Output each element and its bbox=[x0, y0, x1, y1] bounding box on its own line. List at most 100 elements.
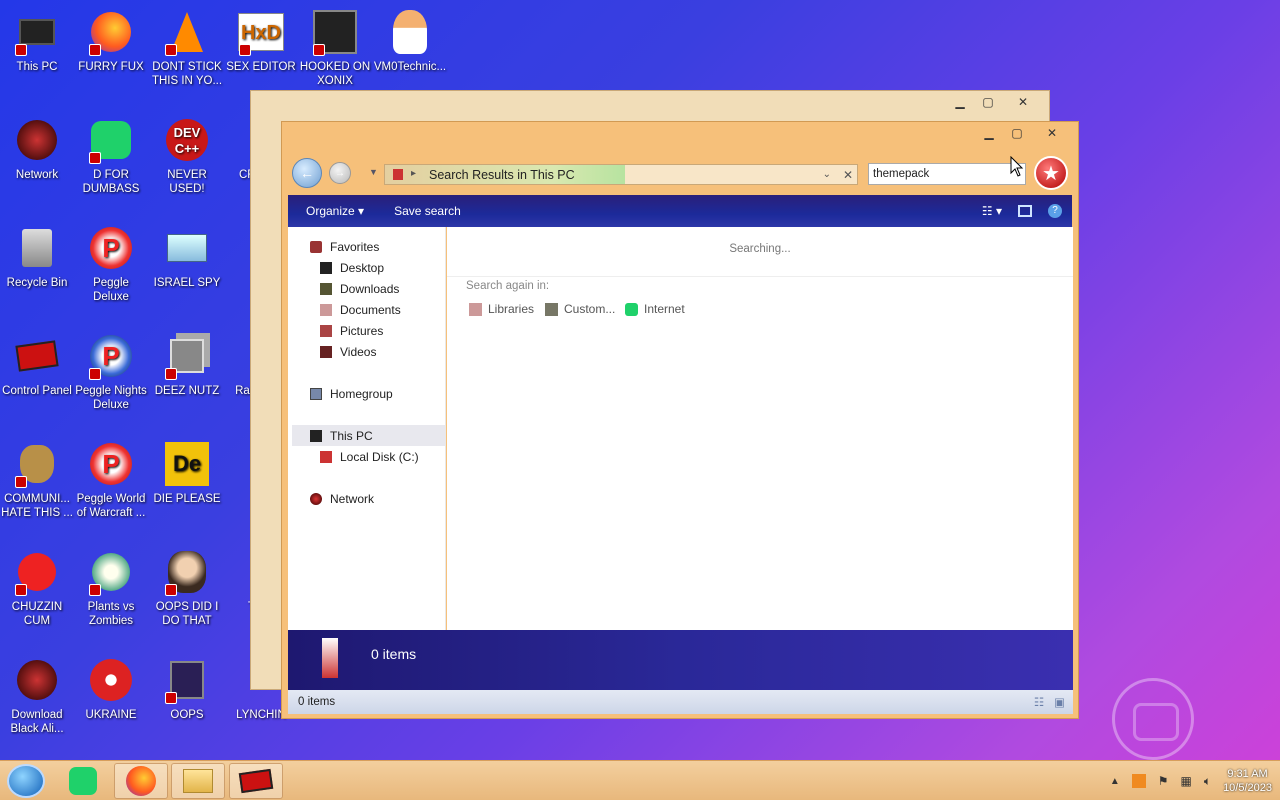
preview-pane-icon[interactable] bbox=[1018, 205, 1032, 217]
taskbar-red-app[interactable] bbox=[229, 763, 283, 799]
explorer-window[interactable]: ▁ ▢ ✕ ← → ▼ ▸ Search Results in This PC … bbox=[281, 121, 1079, 719]
search-again-internet[interactable]: Internet bbox=[625, 302, 685, 316]
show-hidden-icons-button[interactable]: ▲ bbox=[1110, 776, 1120, 787]
nav-downloads[interactable]: Downloads bbox=[320, 282, 399, 296]
desktop-icon-label: This PC bbox=[16, 61, 58, 73]
desktop-icon-never-used[interactable]: DEV C++ NEVER USED! bbox=[150, 116, 224, 196]
xonix-icon bbox=[311, 8, 359, 56]
desktop-icon-vm0technic[interactable]: VM0Technic... bbox=[373, 8, 447, 74]
nav-pictures[interactable]: Pictures bbox=[320, 324, 383, 338]
network-icon bbox=[13, 116, 61, 164]
desktop-icon-label: Download Black Ali... bbox=[10, 709, 64, 735]
back-button[interactable]: ← bbox=[292, 158, 322, 188]
toolbar-right: ☷ ▾ ? bbox=[982, 204, 1062, 218]
doctor-icon bbox=[386, 8, 434, 56]
desktop-icon-communi[interactable]: COMMUNI... HATE THIS ... bbox=[0, 440, 74, 520]
desktop-icon-network[interactable]: Network bbox=[0, 116, 74, 182]
radiation-icon bbox=[87, 656, 135, 704]
start-button[interactable] bbox=[7, 764, 45, 798]
clock-time: 9:31 AM bbox=[1227, 768, 1268, 780]
arrow-right-icon: → bbox=[335, 167, 345, 179]
nav-desktop[interactable]: Desktop bbox=[320, 261, 384, 275]
desktop-icon-oops-did-i[interactable]: OOPS DID I DO THAT bbox=[150, 548, 224, 628]
close-button[interactable]: ✕ bbox=[1032, 124, 1072, 142]
minimize-button[interactable]: ▁ bbox=[947, 93, 973, 111]
organize-button[interactable]: Organize ▾ bbox=[288, 204, 380, 218]
desktop-icon-d-for-dumbass[interactable]: D FOR DUMBASS bbox=[74, 116, 148, 196]
details-view-icon[interactable]: ☷ bbox=[1034, 695, 1044, 709]
nav-videos[interactable]: Videos bbox=[320, 345, 376, 359]
searching-status: Searching... bbox=[729, 243, 791, 255]
close-button[interactable]: ✕ bbox=[1003, 93, 1043, 111]
location-label: Internet bbox=[644, 302, 685, 316]
desktop-icon-sex-editor[interactable]: HxD SEX EDITOR bbox=[224, 8, 298, 74]
downloads-icon bbox=[320, 283, 332, 295]
status-view-buttons: ☷ ▣ bbox=[1034, 695, 1065, 709]
search-input[interactable] bbox=[868, 163, 1026, 185]
forward-button[interactable]: → bbox=[329, 162, 351, 184]
videos-icon bbox=[320, 346, 332, 358]
nav-this-pc[interactable]: This PC bbox=[310, 429, 373, 443]
nav-documents[interactable]: Documents bbox=[320, 303, 401, 317]
desktop-icon-label: DIE PLEASE bbox=[153, 493, 221, 505]
flag-icon[interactable]: ⚑ bbox=[1158, 774, 1169, 788]
nav-network[interactable]: Network bbox=[310, 492, 374, 506]
help-icon[interactable]: ? bbox=[1048, 204, 1062, 218]
network-status-icon[interactable]: ▦ bbox=[1181, 774, 1192, 788]
desktop-icon-label: COMMUNI... HATE THIS ... bbox=[1, 493, 73, 519]
save-search-button[interactable]: Save search bbox=[380, 204, 477, 218]
desktop-icon-israel-spy[interactable]: ISRAEL SPY bbox=[150, 224, 224, 290]
system-tray: ▲ ⚑ ▦ 🔈︎ 9:31 AM 10/5/2023 bbox=[1110, 761, 1272, 800]
desktop-icon-peggle-deluxe[interactable]: P Peggle Deluxe bbox=[74, 224, 148, 304]
maximize-icon: ▢ bbox=[982, 95, 994, 109]
firefox-icon bbox=[87, 8, 135, 56]
favorites-star-button[interactable]: ★ bbox=[1034, 156, 1068, 190]
window-controls: ▁ ▢ ✕ bbox=[947, 93, 1043, 111]
desktop-icon-control-panel[interactable]: Control Panel bbox=[0, 332, 74, 398]
maximize-button[interactable]: ▢ bbox=[975, 93, 1001, 111]
taskbar-firefox[interactable] bbox=[114, 763, 168, 799]
desktop-icon-peggle-wow[interactable]: P Peggle World of Warcraft ... bbox=[74, 440, 148, 520]
desktop-icon-hooked-on-xonix[interactable]: HOOKED ON XONIX bbox=[298, 8, 372, 88]
volume-icon[interactable]: 🔈︎ bbox=[1204, 774, 1211, 789]
die-logo-icon: De bbox=[163, 440, 211, 488]
nav-homegroup[interactable]: Homegroup bbox=[310, 387, 393, 401]
desktop-icon-download-black[interactable]: Download Black Ali... bbox=[0, 656, 74, 736]
address-dropdown-icon[interactable]: ⌄ bbox=[823, 169, 831, 180]
search-again-libraries[interactable]: Libraries bbox=[469, 302, 534, 316]
taskbar-file-explorer[interactable] bbox=[171, 763, 225, 799]
nav-local-disk[interactable]: Local Disk (C:) bbox=[320, 450, 419, 464]
taskbar-green-app[interactable] bbox=[56, 763, 110, 799]
divider bbox=[447, 276, 1073, 277]
view-options-icon[interactable]: ☷ ▾ bbox=[982, 204, 1002, 218]
address-bar[interactable]: ▸ Search Results in This PC ⌄ ✕ bbox=[384, 164, 858, 185]
desktop-icon-chuzzin[interactable]: CHUZZIN CUM bbox=[0, 548, 74, 628]
recent-pages-dropdown[interactable]: ▼ bbox=[369, 167, 378, 177]
desktop-icon-ukraine[interactable]: UKRAINE bbox=[74, 656, 148, 722]
desktop-icon-die-please[interactable]: De DIE PLEASE bbox=[150, 440, 224, 506]
desktop-icon-label: NEVER USED! bbox=[167, 169, 207, 195]
nav-label: Downloads bbox=[340, 282, 400, 296]
stop-search-icon[interactable]: ✕ bbox=[843, 168, 853, 182]
desktop-icon-recycle-bin[interactable]: Recycle Bin bbox=[0, 224, 74, 290]
minimize-button[interactable]: ▁ bbox=[976, 124, 1002, 142]
maximize-button[interactable]: ▢ bbox=[1004, 124, 1030, 142]
desktop-icon-peggle-nights[interactable]: P Peggle Nights Deluxe bbox=[74, 332, 148, 412]
desktop-icon-dont-stick[interactable]: DONT STICK THIS IN YO... bbox=[150, 8, 224, 88]
desktop-icon-label: Control Panel bbox=[2, 385, 72, 397]
nav-label: This PC bbox=[330, 429, 373, 443]
desktop-icon-label: HOOKED ON XONIX bbox=[299, 61, 371, 87]
command-bar: Organize ▾ Save search ☷ ▾ ? bbox=[288, 195, 1072, 227]
search-again-custom[interactable]: Custom... bbox=[545, 302, 615, 316]
desktop-icon-this-pc[interactable]: This PC bbox=[0, 8, 74, 74]
desktop-icon-oops[interactable]: OOPS bbox=[150, 656, 224, 722]
clock[interactable]: 9:31 AM 10/5/2023 bbox=[1223, 767, 1272, 795]
maximize-icon: ▢ bbox=[1011, 126, 1023, 140]
desktop-icon-furry-fux[interactable]: FURRY FUX bbox=[74, 8, 148, 74]
desktop-icon-deez-nutz[interactable]: DEEZ NUTZ bbox=[150, 332, 224, 398]
details-item-count: 0 items bbox=[371, 646, 417, 662]
nav-favorites[interactable]: Favorites bbox=[310, 240, 379, 254]
large-icons-view-icon[interactable]: ▣ bbox=[1054, 695, 1065, 709]
tray-app-icon[interactable] bbox=[1131, 774, 1146, 788]
desktop-icon-plants-vs-zombies[interactable]: Plants vs Zombies bbox=[74, 548, 148, 628]
